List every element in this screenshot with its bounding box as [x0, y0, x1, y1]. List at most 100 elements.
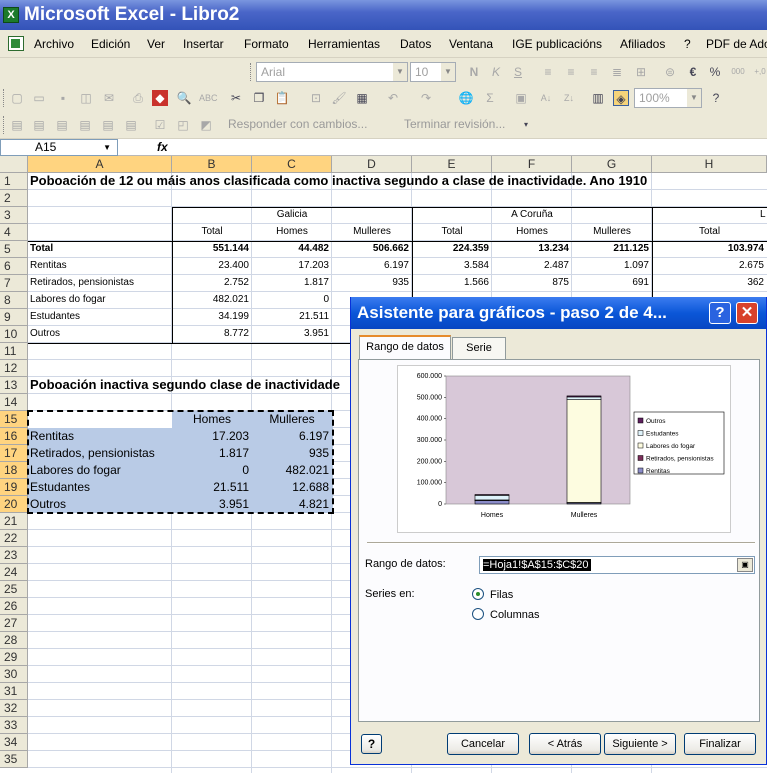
row-label-cell[interactable]: Labores do fogar	[28, 462, 121, 478]
row-label-cell[interactable]: Labores do fogar	[28, 292, 106, 308]
data-cell[interactable]: 1.817	[172, 445, 252, 461]
data-cell[interactable]: 44.482	[252, 241, 332, 257]
data-cell[interactable]: 211.125	[572, 241, 652, 257]
tab-serie[interactable]: Serie	[452, 337, 506, 359]
underline-icon[interactable]: S	[510, 64, 526, 80]
compare-icon[interactable]: ◰	[175, 117, 191, 133]
paste-special-icon[interactable]: ⊡	[308, 90, 324, 106]
undo-icon[interactable]: ↶	[385, 90, 401, 106]
column-header-h[interactable]: H	[652, 156, 767, 173]
finish-button[interactable]: Finalizar	[684, 733, 756, 755]
data-cell[interactable]: 12.688	[252, 479, 332, 495]
menu-archivo[interactable]: Archivo	[34, 30, 74, 58]
data-cell[interactable]: 0	[172, 462, 252, 478]
toolbar-grip[interactable]	[3, 89, 6, 107]
reply-with-changes-button[interactable]: Responder con cambios...	[228, 117, 367, 131]
percent-icon[interactable]: %	[707, 64, 723, 80]
spelling-icon[interactable]: ABC	[199, 90, 218, 106]
data-cell[interactable]: 1.097	[572, 258, 652, 274]
row-label-cell[interactable]: Total	[28, 241, 53, 257]
row-header-26[interactable]: 26	[0, 598, 28, 615]
row-header-17[interactable]: 17	[0, 445, 28, 462]
data-cell[interactable]: 2.752	[172, 275, 252, 291]
chevron-down-icon[interactable]: ▼	[393, 63, 407, 81]
row-label-cell[interactable]: Rentitas	[28, 258, 67, 274]
data-cell[interactable]: 3.951	[172, 496, 252, 512]
row-header-7[interactable]: 7	[0, 275, 28, 292]
thousands-icon[interactable]: 000	[730, 64, 746, 80]
permission-icon[interactable]: ◫	[78, 90, 94, 106]
row-header-15[interactable]: 15	[0, 411, 28, 428]
review-icon-4[interactable]: ▤	[77, 117, 93, 133]
column-header-c[interactable]: C	[252, 156, 332, 173]
subheader-cell[interactable]: Mulleres	[332, 224, 412, 240]
row-header-5[interactable]: 5	[0, 241, 28, 258]
row-label-cell[interactable]: Outros	[28, 496, 66, 512]
menu-herramientas[interactable]: Herramientas	[308, 30, 380, 58]
dialog-title-bar[interactable]: Asistente para gráficos - paso 2 de 4...	[351, 297, 766, 329]
italic-icon[interactable]: K	[488, 64, 504, 80]
data-cell[interactable]: 551.144	[172, 241, 252, 257]
row-header-1[interactable]: 1	[0, 173, 28, 190]
bold-icon[interactable]: N	[466, 64, 482, 80]
font-size-combo[interactable]: 10 ▼	[410, 62, 456, 82]
print-preview-icon[interactable]: 🔍	[176, 90, 192, 106]
data-cell[interactable]: 935	[332, 275, 412, 291]
format-painter-icon[interactable]: 🖌	[331, 90, 347, 106]
row-header-19[interactable]: 19	[0, 479, 28, 496]
radio-columns[interactable]	[472, 608, 484, 620]
borders-icon[interactable]: ▦	[354, 90, 370, 106]
data-cell[interactable]: 6.197	[252, 428, 332, 444]
row-header-22[interactable]: 22	[0, 530, 28, 547]
subheader-cell[interactable]: Homes	[252, 224, 332, 240]
row-header-21[interactable]: 21	[0, 513, 28, 530]
menu-edicion[interactable]: Edición	[91, 30, 130, 58]
tab-rango-de-datos[interactable]: Rango de datos	[359, 335, 451, 360]
row-header-4[interactable]: 4	[0, 224, 28, 241]
row-header-33[interactable]: 33	[0, 717, 28, 734]
chevron-down-icon[interactable]: ▼	[103, 140, 111, 155]
align-right-icon[interactable]: ≡	[586, 64, 602, 80]
radio-rows[interactable]	[472, 588, 484, 600]
copy-icon[interactable]: ❐	[251, 90, 267, 106]
workbook-icon[interactable]	[8, 36, 24, 51]
next-button[interactable]: Siguiente >	[604, 733, 676, 755]
row-label-cell[interactable]: Estudantes	[28, 479, 90, 495]
menu-formato[interactable]: Formato	[244, 30, 289, 58]
office-assistant-help-button[interactable]: ?	[361, 734, 382, 754]
row-header-28[interactable]: 28	[0, 632, 28, 649]
data-cell[interactable]: 3.951	[252, 326, 332, 342]
data-cell[interactable]: 935	[252, 445, 332, 461]
sort-ascending-icon[interactable]: A↓	[538, 90, 554, 106]
data-cell[interactable]: 691	[572, 275, 652, 291]
data-cell[interactable]: 1.817	[252, 275, 332, 291]
row-header-3[interactable]: 3	[0, 207, 28, 224]
row-header-12[interactable]: 12	[0, 360, 28, 377]
data-cell[interactable]: 0	[252, 292, 332, 308]
menu-ventana[interactable]: Ventana	[449, 30, 493, 58]
data-cell[interactable]: 13.234	[492, 241, 572, 257]
toolbar-grip[interactable]	[250, 63, 253, 81]
help-icon[interactable]: ?	[709, 302, 731, 324]
help-icon[interactable]: ?	[708, 90, 724, 106]
data-cell[interactable]: 875	[492, 275, 572, 291]
review-icon-6[interactable]: ▤	[123, 117, 139, 133]
data-cell[interactable]: 3.584	[412, 258, 492, 274]
close-icon[interactable]: ✕	[736, 302, 758, 324]
end-review-button[interactable]: Terminar revisión...	[404, 117, 505, 131]
menu-afiliados[interactable]: Afiliados	[620, 30, 665, 58]
insert-function-icon[interactable]: ▣	[513, 90, 529, 106]
data-cell[interactable]: 482.021	[172, 292, 252, 308]
data-cell[interactable]: 506.662	[332, 241, 412, 257]
column-header-f[interactable]: F	[492, 156, 572, 173]
comment-icon[interactable]: ◩	[198, 117, 214, 133]
row-header-34[interactable]: 34	[0, 734, 28, 751]
collapse-dialog-icon[interactable]: ▣	[737, 558, 753, 572]
increase-decimal-icon[interactable]: +,0	[752, 64, 767, 80]
font-combo[interactable]: Arial ▼	[256, 62, 408, 82]
chevron-down-icon[interactable]: ▼	[441, 63, 455, 81]
data-cell[interactable]: 362	[652, 275, 767, 291]
data-cell[interactable]: 224.359	[412, 241, 492, 257]
review-icon-3[interactable]: ▤	[54, 117, 70, 133]
drawing-icon[interactable]: ◈	[613, 90, 629, 106]
